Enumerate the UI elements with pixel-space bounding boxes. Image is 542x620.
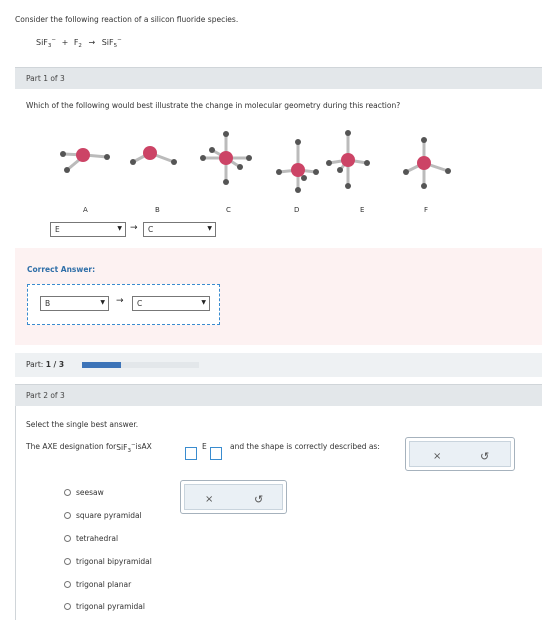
reactant-2-formula: F2: [73, 38, 82, 49]
radio-button[interactable]: [64, 557, 71, 565]
bent-molecule-icon: [130, 146, 177, 165]
octahedral-molecule-icon: [200, 131, 252, 185]
intro-text: Consider the following reaction of a sil…: [15, 15, 239, 24]
product-formula: SiF5−: [101, 37, 122, 49]
correct-answer-label: Correct Answer:: [27, 265, 96, 274]
answer-tools-middle: × ↺: [180, 480, 287, 514]
chevron-down-icon: ▼: [117, 225, 122, 232]
part1-header: Part 1 of 3: [26, 74, 65, 83]
clear-button[interactable]: ×: [205, 494, 213, 505]
correct-to-select: C ▼: [132, 296, 210, 311]
option-label: square pyramidal: [76, 510, 142, 520]
axe-suffix: and the shape is correctly described as:: [230, 442, 380, 451]
answer-tools-middle-inner: × ↺: [184, 484, 283, 510]
radio-button[interactable]: [64, 602, 71, 610]
option-label: trigonal pyramidal: [76, 601, 145, 611]
correct-to-value: C: [137, 299, 143, 308]
correct-from-select: B ▼: [40, 296, 109, 311]
undo-button[interactable]: ↺: [480, 450, 489, 463]
chevron-down-icon: ▼: [100, 299, 105, 306]
content-left-rule: [15, 406, 16, 620]
answer-arrow: →: [130, 223, 138, 233]
option-label: trigonal planar: [76, 579, 132, 589]
molecule-label-f: F: [424, 206, 429, 214]
answer-tools-right: × ↺: [405, 437, 515, 471]
correct-answer-box: B ▼ → C ▼: [27, 284, 220, 325]
seesaw-molecule-icon: [403, 137, 451, 189]
answer-from-value: E: [55, 225, 60, 234]
progress-value: 1 / 3: [45, 360, 65, 369]
option-label: trigonal bipyramidal: [76, 556, 152, 566]
reaction-arrow: →: [88, 38, 96, 47]
chevron-down-icon: ▼: [201, 299, 206, 306]
answer-to-value: C: [148, 225, 154, 234]
progress-track: [82, 362, 199, 368]
plus-sign: +: [61, 38, 69, 47]
radio-button[interactable]: [64, 580, 71, 588]
t-shaped-molecule-icon: [60, 148, 110, 173]
molecule-label-e: E: [360, 206, 365, 214]
chevron-down-icon: ▼: [207, 225, 212, 232]
radio-button[interactable]: [64, 511, 71, 519]
progress-bar-row: Part: 1 / 3: [15, 353, 542, 377]
part2-header: Part 2 of 3: [26, 391, 65, 400]
axe-e-count-input[interactable]: [210, 447, 222, 460]
axe-x-count-input[interactable]: [185, 447, 197, 460]
radio-button[interactable]: [64, 488, 71, 496]
molecule-images: [60, 130, 451, 193]
molecule-label-a: A: [83, 206, 88, 214]
molecule-label-b: B: [155, 206, 160, 214]
progress-fill: [82, 362, 121, 368]
part2-instruction: Select the single best answer.: [26, 420, 139, 429]
axe-question: The AXE designation for SiF3− is AX: [26, 442, 152, 454]
part2-header-bar: Part 2 of 3: [15, 384, 542, 406]
molecule-label-c: C: [226, 206, 231, 214]
radio-button[interactable]: [64, 534, 71, 542]
molecule-label-d: D: [294, 206, 300, 214]
square-pyramidal-molecule-icon: [326, 130, 370, 189]
axe-ax: AX: [141, 442, 152, 451]
correct-from-value: B: [45, 299, 51, 308]
answer-tools-right-inner: × ↺: [409, 441, 511, 467]
option-label: seesaw: [76, 487, 104, 497]
option-trigonal-pyramidal[interactable]: trigonal pyramidal: [64, 600, 145, 612]
reactant-1-formula: SiF3−: [36, 37, 57, 49]
trigonal-bipyramidal-molecule-icon: [276, 139, 319, 193]
answer-to-select[interactable]: C ▼: [143, 222, 216, 237]
correct-arrow: →: [116, 296, 124, 306]
clear-button[interactable]: ×: [433, 451, 441, 462]
option-tetrahedral[interactable]: tetrahedral: [64, 532, 118, 544]
part1-question: Which of the following would best illust…: [26, 101, 401, 110]
option-trigonal-bipyramidal[interactable]: trigonal bipyramidal: [64, 555, 152, 567]
option-square-pyramidal[interactable]: square pyramidal: [64, 509, 142, 521]
axe-e: E: [202, 442, 207, 451]
axe-formula: SiF3−: [116, 442, 136, 454]
reaction-equation: SiF3− + F2 → SiF5−: [36, 37, 122, 49]
undo-button[interactable]: ↺: [254, 493, 263, 506]
option-trigonal-planar[interactable]: trigonal planar: [64, 578, 131, 590]
correct-answer-panel: Correct Answer: B ▼ → C ▼: [15, 248, 542, 345]
option-label: tetrahedral: [76, 533, 119, 543]
option-seesaw[interactable]: seesaw: [64, 486, 104, 498]
answer-from-select[interactable]: E ▼: [50, 222, 126, 237]
progress-label: Part: 1 / 3: [26, 360, 65, 369]
part1-header-bar: Part 1 of 3: [15, 67, 542, 89]
